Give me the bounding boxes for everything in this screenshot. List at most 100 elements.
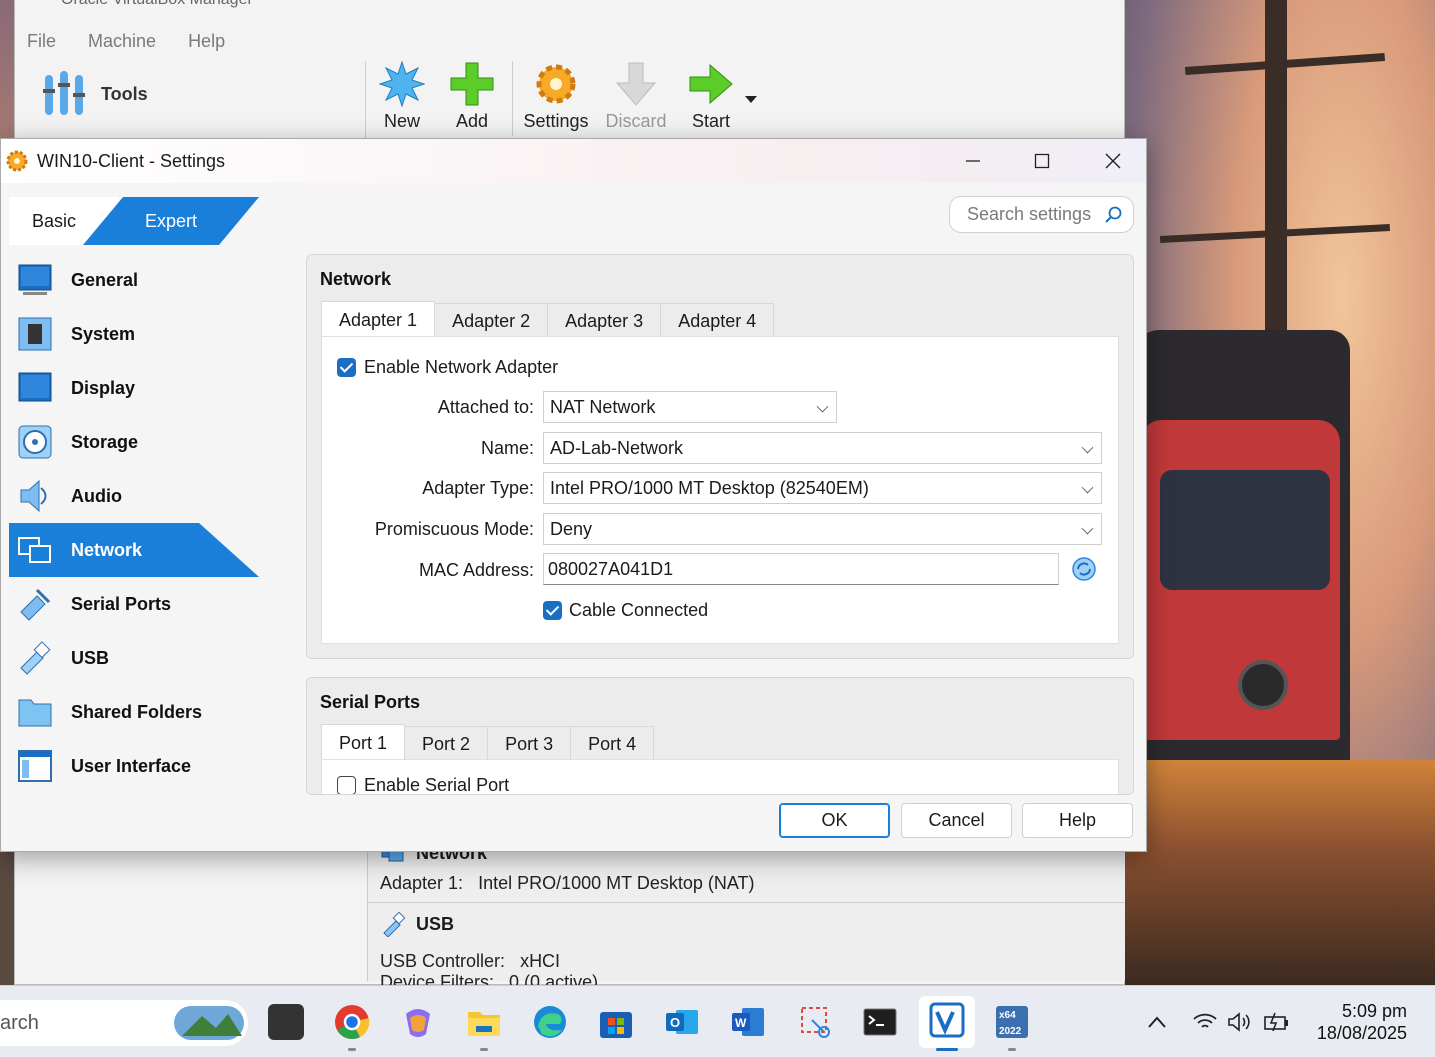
copilot-icon[interactable] — [400, 1004, 436, 1040]
details-usb-heading: USB — [416, 913, 455, 934]
nav-item-user-interface[interactable]: User Interface — [9, 739, 259, 793]
help-button[interactable]: Help — [1022, 803, 1133, 838]
tab-port-3[interactable]: Port 3 — [487, 726, 572, 761]
menu-file[interactable]: File — [27, 31, 56, 52]
ok-button[interactable]: OK — [779, 803, 890, 838]
adapter-type-select[interactable]: Intel PRO/1000 MT Desktop (82540EM) — [543, 472, 1102, 504]
nav-item-audio[interactable]: Audio — [9, 469, 259, 523]
word-icon[interactable]: W — [730, 1004, 766, 1040]
taskbar-search-text: arch — [0, 1011, 39, 1034]
cancel-button[interactable]: Cancel — [901, 803, 1012, 838]
taskbar-search-box[interactable]: arch — [0, 1000, 248, 1046]
clock-date: 18/08/2025 — [1316, 1023, 1407, 1043]
settings-button[interactable]: Settings — [521, 61, 591, 132]
dialog-titlebar[interactable]: WIN10-Client - Settings — [1, 139, 1146, 183]
edge-icon[interactable] — [532, 1004, 568, 1040]
battery-charging-icon[interactable] — [1263, 1011, 1291, 1033]
promiscuous-mode-select[interactable]: Deny — [543, 513, 1102, 545]
virtualbox-taskbar-button[interactable] — [919, 996, 975, 1048]
cable-connected-checkbox[interactable] — [543, 601, 562, 620]
mac-address-value: 080027A041D1 — [548, 558, 674, 579]
minimize-button[interactable] — [953, 145, 993, 177]
file-explorer-icon[interactable] — [466, 1004, 502, 1040]
microsoft-store-icon[interactable] — [598, 1004, 634, 1040]
nav-label: User Interface — [71, 755, 192, 776]
nav-label: Serial Ports — [71, 593, 172, 614]
settings-label: Settings — [523, 111, 589, 131]
maximize-button[interactable] — [1022, 145, 1062, 177]
running-indicator-active — [936, 1048, 958, 1051]
enable-serial-port-checkbox[interactable] — [337, 776, 356, 794]
tab-port-2[interactable]: Port 2 — [404, 726, 489, 761]
settings-nav: General System Display Storage Audio Net… — [9, 253, 259, 793]
nav-item-general[interactable]: General — [9, 253, 259, 307]
nav-item-display[interactable]: Display — [9, 361, 259, 415]
nav-label: USB — [71, 647, 110, 668]
network-name-select[interactable]: AD-Lab-Network — [543, 432, 1102, 464]
regenerate-mac-button[interactable] — [1071, 556, 1097, 582]
details-adapter-value: Intel PRO/1000 MT Desktop (NAT) — [478, 873, 755, 893]
toolbar-separator — [512, 61, 513, 136]
enable-network-adapter-checkbox[interactable] — [337, 358, 356, 377]
maximize-icon — [1034, 153, 1050, 169]
chevron-down-icon — [1081, 441, 1094, 454]
nav-item-storage[interactable]: Storage — [9, 415, 259, 469]
network-panel: Network Adapter 1 Adapter 2 Adapter 3 Ad… — [306, 254, 1134, 659]
wifi-icon[interactable] — [1192, 1012, 1218, 1032]
nav-label: Shared Folders — [71, 701, 203, 722]
menu-help[interactable]: Help — [188, 31, 225, 52]
vm-details-pane: Network Adapter 1: Intel PRO/1000 MT Des… — [367, 841, 1125, 986]
attached-to-select[interactable]: NAT Network — [543, 391, 837, 423]
menu-machine[interactable]: Machine — [88, 31, 156, 52]
nav-item-network[interactable]: Network — [9, 523, 259, 577]
running-indicator — [348, 1048, 356, 1051]
general-monitor-icon — [18, 264, 52, 295]
nav-item-serial-ports[interactable]: Serial Ports — [9, 577, 259, 631]
close-icon — [1105, 153, 1121, 169]
adapter-type-value: Intel PRO/1000 MT Desktop (82540EM) — [550, 477, 869, 498]
tab-adapter-2[interactable]: Adapter 2 — [434, 303, 549, 338]
serial-port-icon — [20, 588, 51, 621]
task-view-icon[interactable] — [268, 1004, 304, 1040]
tab-adapter-3[interactable]: Adapter 3 — [547, 303, 662, 338]
tab-adapter-1[interactable]: Adapter 1 — [321, 301, 436, 338]
usb-icon — [383, 911, 406, 937]
network-icon — [18, 537, 51, 563]
svg-text:2022: 2022 — [999, 1026, 1022, 1037]
chevron-down-icon — [1081, 481, 1094, 494]
user-interface-icon — [18, 750, 52, 782]
mac-address-input[interactable]: 080027A041D1 — [543, 553, 1059, 585]
serial-ports-panel-title: Serial Ports — [320, 692, 421, 712]
terminal-icon[interactable] — [862, 1004, 898, 1040]
nav-item-shared-folders[interactable]: Shared Folders — [9, 685, 259, 739]
tools-item[interactable]: Tools — [41, 69, 148, 119]
audio-speaker-icon — [20, 479, 47, 513]
usb-controller-value: xHCI — [520, 951, 561, 971]
nav-item-usb[interactable]: USB — [9, 631, 259, 685]
add-button[interactable]: Add — [442, 61, 502, 132]
outlook-icon[interactable]: O — [664, 1004, 700, 1040]
vm-x64-2022-icon[interactable]: x64 2022 — [994, 1004, 1030, 1040]
start-button[interactable]: Start — [681, 61, 741, 132]
clock-time: 5:09 pm — [1341, 1001, 1407, 1021]
tab-port-1[interactable]: Port 1 — [321, 724, 406, 761]
search-settings-input[interactable]: Search settings — [949, 196, 1134, 233]
nav-label: Audio — [71, 485, 122, 506]
system-clock[interactable]: 5:09 pm 18/08/2025 — [1317, 1000, 1407, 1044]
new-button[interactable]: New — [372, 61, 432, 132]
mac-address-label: MAC Address: — [418, 560, 534, 580]
discard-label: Discard — [605, 111, 667, 131]
attached-to-value: NAT Network — [550, 396, 656, 417]
tools-icon — [43, 71, 85, 115]
start-dropdown-arrow[interactable] — [745, 96, 757, 103]
tab-adapter-4[interactable]: Adapter 4 — [660, 303, 775, 338]
discard-button[interactable]: Discard — [601, 61, 671, 132]
volume-icon[interactable] — [1227, 1012, 1253, 1032]
snipping-tool-icon[interactable] — [798, 1004, 834, 1040]
nav-item-system[interactable]: System — [9, 307, 259, 361]
close-button[interactable] — [1093, 145, 1133, 177]
chrome-icon[interactable] — [334, 1004, 370, 1040]
start-arrow-icon — [689, 63, 733, 105]
tab-port-4[interactable]: Port 4 — [570, 726, 655, 761]
chevron-up-icon[interactable] — [1147, 1014, 1167, 1030]
